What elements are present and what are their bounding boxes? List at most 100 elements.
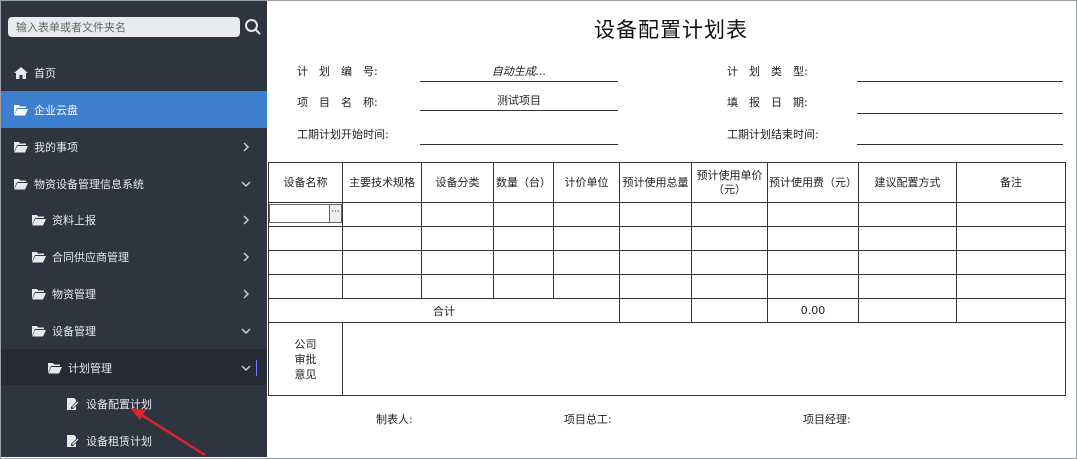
table-cell[interactable] [767,274,859,299]
table-cell[interactable] [553,250,620,275]
search-box [8,17,240,37]
chevron-down-icon [241,180,251,187]
plan-type-label: 计 划 类 型: [727,65,808,78]
chevron-down-icon [241,364,251,371]
sidebar-item-home[interactable]: 首页 [1,54,267,91]
approval-opinion-field[interactable] [342,322,1066,396]
sum-cell [858,298,957,323]
table-cell[interactable] [619,226,692,251]
folder-open-icon [14,141,28,152]
approval-row: 公司 审批 意见 [268,322,1066,396]
table-cell[interactable] [691,250,768,275]
table-cell[interactable] [691,274,768,299]
sidebar-item-my-tasks[interactable]: 我的事项 [1,128,267,165]
sidebar-item-equipment-lease-plan[interactable]: 设备租赁计划 [1,422,267,457]
table-cell[interactable] [858,250,957,275]
column-header: 建议配置方式 [858,162,957,203]
table-cell[interactable] [342,202,422,227]
table-cell[interactable] [493,250,554,275]
table-cell[interactable] [767,226,859,251]
plan-no-label: 计 划 编 号: [297,65,378,78]
column-header: 数量（台） [493,162,554,203]
folder-open-icon [32,251,46,262]
search-icon[interactable] [244,18,262,36]
folder-open-icon [14,178,28,189]
table-cell[interactable] [767,202,859,227]
table-cell[interactable] [421,250,494,275]
table-cell[interactable] [553,274,620,299]
table-cell[interactable] [691,226,768,251]
table-cell[interactable] [421,202,494,227]
sidebar-item-material-management[interactable]: 物资管理 [1,275,267,312]
sidebar-item-equipment-management[interactable]: 设备管理 [1,312,267,349]
folder-open-icon [48,362,62,373]
table-cell[interactable] [493,226,554,251]
table-cell[interactable] [553,202,620,227]
table-cell[interactable] [858,274,957,299]
plan-type-field[interactable] [857,63,1063,82]
table-cell[interactable] [691,202,768,227]
start-time-field[interactable] [420,126,618,145]
project-manager-label: 项目经理: [803,413,851,426]
sum-cell [691,298,768,323]
table-cell-editing[interactable]: ··· [268,202,343,227]
sidebar-item-data-report[interactable]: 资料上报 [1,201,267,238]
table-cell[interactable] [956,226,1066,251]
folder-open-icon [32,288,46,299]
table-cell[interactable] [619,202,692,227]
sidebar-item-contract-supplier[interactable]: 合同供应商管理 [1,238,267,275]
column-header: 预计使用费（元） [767,162,859,203]
table-cell[interactable] [421,274,494,299]
fill-date-field[interactable] [857,95,1063,114]
ellipsis-button[interactable]: ··· [329,204,342,223]
table-cell[interactable] [342,250,422,275]
sidebar-item-label: 合同供应商管理 [52,250,129,264]
folder-open-icon [14,104,28,115]
sidebar-item-cloud-drive[interactable]: 企业云盘 [1,91,267,128]
column-header: 设备名称 [268,162,343,203]
sidebar-item-label: 我的事项 [34,140,78,154]
maker-label: 制表人: [376,413,413,426]
table-cell[interactable] [342,226,422,251]
table-cell[interactable] [619,274,692,299]
sidebar-item-material-system[interactable]: 物资设备管理信息系统 [1,165,267,202]
table-cell[interactable] [493,202,554,227]
project-name-field[interactable]: 测试项目 [420,92,618,111]
sidebar-item-plan-management[interactable]: 计划管理 [1,349,267,386]
table-cell[interactable] [619,250,692,275]
column-header: 设备分类 [421,162,494,203]
sidebar-item-equipment-config-plan[interactable]: 设备配置计划 [1,385,267,422]
sidebar-item-label: 企业云盘 [34,103,78,117]
plan-no-field[interactable]: 自动生成... [420,63,618,82]
table-cell[interactable] [268,274,343,299]
table-cell[interactable] [342,274,422,299]
sidebar-item-label: 资料上报 [52,213,96,227]
table-cell[interactable] [268,226,343,251]
folder-open-icon [32,325,46,336]
chevron-right-icon [243,141,250,152]
sidebar-item-label: 设备管理 [52,324,96,338]
page-title: 设备配置计划表 [594,18,748,42]
chevron-right-icon [243,214,250,225]
sidebar: 首页 企业云盘 我的事项 物资设备管理信息系统 资料上报 合同供应商管理 物资管… [1,1,267,457]
end-time-field[interactable] [857,126,1063,145]
start-time-label: 工期计划开始时间: [297,128,389,141]
sidebar-item-label: 设备租赁计划 [86,434,152,448]
table-cell[interactable] [858,226,957,251]
table-cell[interactable] [421,226,494,251]
table-cell[interactable] [553,226,620,251]
table-cell[interactable] [268,250,343,275]
table-cell[interactable] [858,202,957,227]
table-cell[interactable] [493,274,554,299]
fill-date-label: 填 报 日 期: [727,96,808,109]
table-cell[interactable] [956,202,1066,227]
document-edit-icon [67,397,79,410]
sidebar-item-label: 首页 [34,66,56,80]
search-input[interactable] [8,17,240,37]
table-row [268,226,1066,251]
table-cell[interactable] [767,250,859,275]
document-edit-icon [67,434,79,447]
table-cell[interactable] [956,250,1066,275]
home-icon [14,66,28,79]
table-cell[interactable] [956,274,1066,299]
